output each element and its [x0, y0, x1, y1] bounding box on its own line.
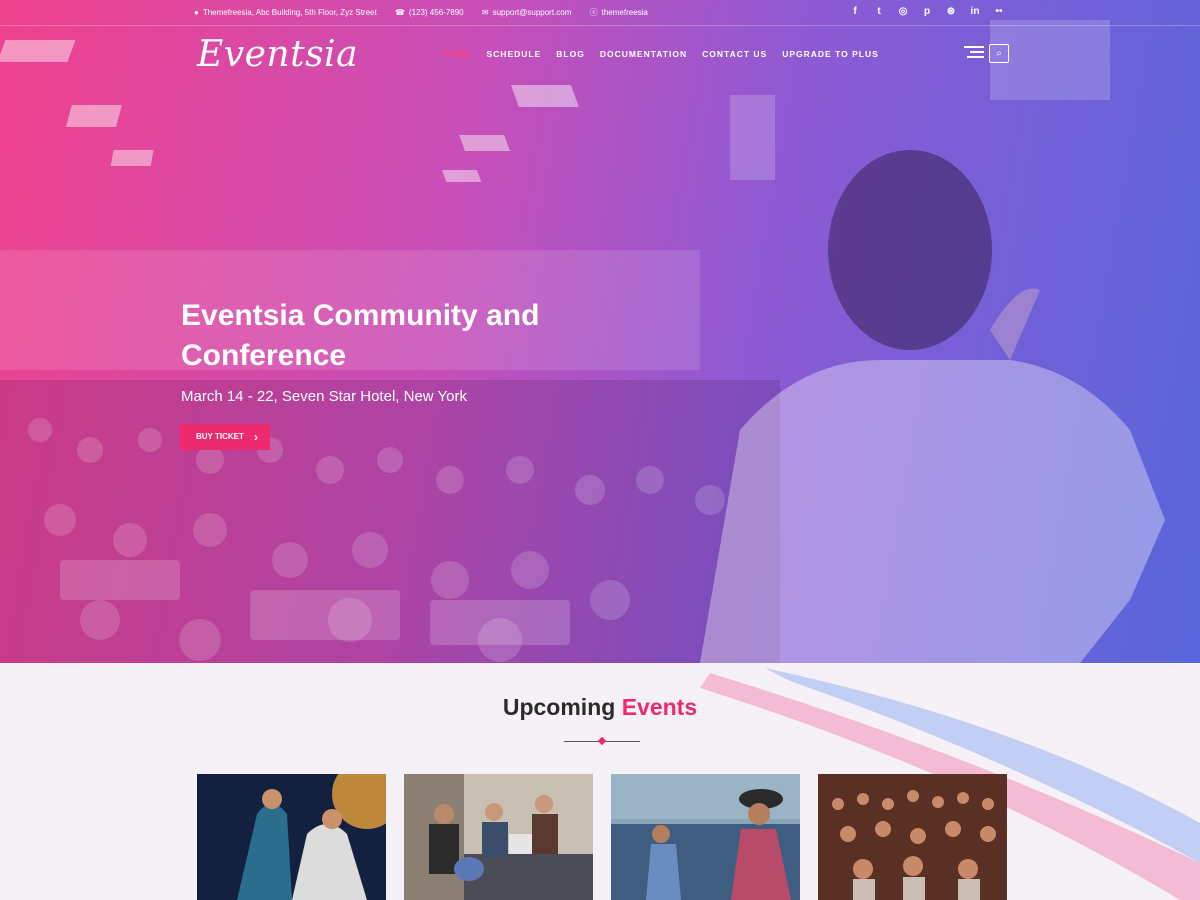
heading-main-text: Upcoming	[502, 694, 616, 720]
phone-text: (123) 456-7890	[408, 8, 464, 17]
facebook-icon[interactable]: f	[850, 6, 860, 17]
email-text: support@support.com	[492, 8, 572, 17]
map-pin-icon: ●	[194, 8, 199, 17]
address-item: ● Themefreesia, Abc Building, 5th Floor, …	[194, 8, 385, 17]
address-text: Themefreesia, Abc Building, 5th Floor, Z…	[202, 8, 377, 17]
event-card-image-dancers[interactable]	[611, 774, 800, 900]
event-card-image-concert[interactable]	[197, 774, 386, 900]
nav-schedule[interactable]: SCHEDULE	[487, 49, 542, 59]
nav-home[interactable]: HOME	[442, 49, 472, 59]
hero-banner: ● Themefreesia, Abc Building, 5th Floor, …	[0, 0, 1200, 663]
skype-icon: ⓢ	[589, 8, 598, 17]
divider-diamond-icon	[597, 736, 607, 746]
search-icon[interactable]: ⌕	[989, 44, 1009, 63]
nav-blog[interactable]: BLOG	[556, 49, 585, 59]
event-card-image-audience[interactable]	[818, 774, 1007, 900]
main-navigation: HOME SCHEDULE BLOG DOCUMENTATION CONTACT…	[442, 49, 879, 59]
pinterest-icon[interactable]: p	[922, 6, 932, 17]
buy-ticket-label: BUY TICKET	[196, 432, 244, 441]
top-info-bar: ● Themefreesia, Abc Building, 5th Floor, …	[0, 0, 1200, 26]
skype-item[interactable]: ⓢ themefreesia	[590, 8, 656, 17]
hero-subtitle: March 14 - 22, Seven Star Hotel, New Yor…	[181, 388, 467, 405]
linkedin-icon[interactable]: in	[970, 6, 980, 17]
nav-upgrade-to-plus[interactable]: UPGRADE TO PLUS	[782, 49, 879, 59]
site-logo[interactable]: Eventsia	[197, 34, 358, 75]
heading-accent-text: Events	[621, 694, 698, 720]
skype-text: themefreesia	[601, 8, 648, 17]
email-item[interactable]: ✉ support@support.com	[482, 8, 580, 17]
twitter-icon[interactable]: t	[874, 6, 884, 17]
phone-item[interactable]: ☎ (123) 456-7890	[395, 8, 472, 17]
buy-ticket-button[interactable]: BUY TICKET ›	[180, 424, 270, 450]
social-links: f t ◎ p ⊛ in ••	[850, 6, 1004, 17]
flickr-icon[interactable]: ••	[994, 6, 1004, 17]
contact-info: ● Themefreesia, Abc Building, 5th Floor, …	[194, 7, 664, 18]
hero-title: Eventsia Community and Conference	[181, 299, 540, 372]
nav-documentation[interactable]: DOCUMENTATION	[600, 49, 687, 59]
phone-icon: ☎	[394, 8, 405, 17]
envelope-icon: ✉	[481, 8, 489, 17]
nav-contact-us[interactable]: CONTACT US	[702, 49, 767, 59]
dribbble-icon[interactable]: ⊛	[946, 6, 956, 17]
heading-divider	[564, 736, 640, 746]
event-cards	[197, 774, 1007, 900]
instagram-icon[interactable]: ◎	[898, 6, 908, 17]
chevron-right-icon: ›	[254, 430, 258, 444]
event-card-image-meeting[interactable]	[404, 774, 593, 900]
upcoming-events-heading: Upcoming Events	[0, 694, 1200, 721]
hamburger-menu-icon[interactable]	[964, 46, 984, 60]
